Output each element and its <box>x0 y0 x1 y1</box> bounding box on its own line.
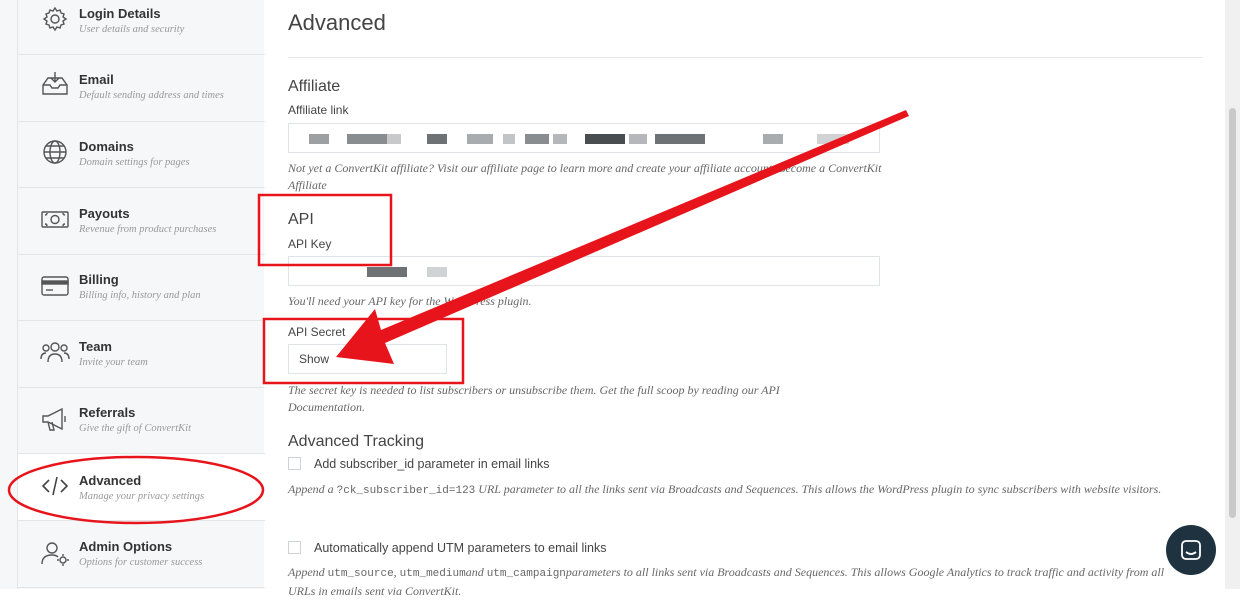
gear-icon <box>40 4 70 34</box>
affiliate-link-label: Affiliate link <box>288 103 349 117</box>
help-text-part: Append <box>288 565 328 579</box>
sidebar-item-title: Login Details <box>79 6 161 21</box>
sidebar-item-desc: Default sending address and times <box>79 90 224 101</box>
api-key-help-text: You'll need your API key for the WordPre… <box>288 294 532 308</box>
settings-nav: Login Details User details and security … <box>17 0 265 589</box>
sidebar-item-desc: Manage your privacy settings <box>79 491 205 502</box>
redacted-text <box>427 267 447 277</box>
sidebar-item-title: Billing <box>79 272 119 287</box>
help-text-part: Append a <box>288 482 337 496</box>
sidebar-item-desc: Give the gift of ConvertKit <box>79 423 191 434</box>
api-secret-help-text: The secret key is needed to list subscri… <box>288 383 780 414</box>
api-key-field[interactable] <box>288 256 880 286</box>
sidebar-item-title: Referrals <box>79 405 136 420</box>
sidebar-item-title: Domains <box>79 139 134 154</box>
page-title: Advanced <box>288 10 386 35</box>
sidebar-item-team[interactable]: Team Invite your team <box>18 321 265 388</box>
sidebar-item-login-details[interactable]: Login Details User details and security <box>18 0 265 55</box>
subscriber-id-checkbox[interactable] <box>288 457 301 470</box>
inbox-icon <box>40 69 70 99</box>
redacted-text <box>427 134 447 144</box>
scrollbar-thumb[interactable] <box>1229 108 1236 518</box>
sidebar-item-title: Advanced <box>79 473 142 488</box>
sidebar-item-email[interactable]: Email Default sending address and times <box>18 55 265 122</box>
sidebar-item-advanced[interactable]: Advanced Manage your privacy settings <box>18 454 265 521</box>
sidebar-item-domains[interactable]: Domains Domain settings for pages <box>18 121 265 188</box>
sidebar-item-title: Email <box>79 72 114 87</box>
sidebar-item-desc: Invite your team <box>79 357 148 368</box>
api-key-label: API Key <box>288 237 332 251</box>
help-code: ?ck_subscriber_id=123 <box>336 485 476 497</box>
sidebar-item-desc: Revenue from product purchases <box>79 224 217 235</box>
chat-support-button[interactable] <box>1166 525 1216 575</box>
api-secret-show-button[interactable]: Show <box>288 344 447 374</box>
redacted-text <box>467 134 493 144</box>
advanced-tracking-heading: Advanced Tracking <box>288 433 425 450</box>
advanced-settings-panel: Advanced Affiliate Affiliate link Not ye… <box>264 0 1240 598</box>
redacted-text <box>553 134 567 144</box>
redacted-text <box>309 134 329 144</box>
sidebar-item-payouts[interactable]: Payouts Revenue from product purchases <box>18 188 265 255</box>
utm-checkbox[interactable] <box>288 541 301 554</box>
title-divider <box>288 57 1202 58</box>
chat-icon <box>1181 540 1201 560</box>
sidebar-item-title: Admin Options <box>79 539 173 554</box>
affiliate-link-field[interactable] <box>288 123 880 153</box>
help-code: utm_source <box>327 568 394 580</box>
sidebar-item-admin-options[interactable]: Admin Options Options for customer succe… <box>18 521 265 588</box>
code-icon <box>40 471 70 501</box>
sidebar-item-referrals[interactable]: Referrals Give the gift of ConvertKit <box>18 387 265 454</box>
sidebar-item-desc: Options for customer success <box>79 557 203 568</box>
utm-help-text: Append utm_source, utm_mediumand utm_cam… <box>288 564 1178 600</box>
sidebar-item-desc: User details and security <box>79 24 185 35</box>
globe-icon <box>40 137 70 167</box>
affiliate-help-text: Not yet a ConvertKit affiliate? Visit ou… <box>288 161 882 192</box>
affiliate-heading: Affiliate <box>288 78 341 95</box>
megaphone-icon <box>40 404 70 434</box>
redacted-text <box>387 134 401 144</box>
utm-checkbox-label[interactable]: Automatically append UTM parameters to e… <box>314 541 606 555</box>
sidebar-item-title: Team <box>79 339 112 354</box>
redacted-text <box>655 134 705 144</box>
help-code: utm_campaign <box>486 568 566 580</box>
api-heading: API <box>288 211 314 228</box>
team-icon <box>40 337 70 367</box>
cash-icon <box>40 204 70 234</box>
api-secret-label: API Secret <box>288 325 346 339</box>
sidebar-item-desc: Domain settings for pages <box>79 157 190 168</box>
redacted-text <box>763 134 783 144</box>
help-code: utm_medium <box>399 568 466 580</box>
sidebar-item-desc: Billing info, history and plan <box>79 290 201 301</box>
help-text-part: URL parameter to all the links sent via … <box>475 482 1162 496</box>
settings-sidebar: Login Details User details and security … <box>0 0 265 589</box>
redacted-text <box>525 134 549 144</box>
redacted-text <box>503 134 515 144</box>
redacted-text <box>367 267 407 277</box>
redacted-text <box>585 134 625 144</box>
sidebar-item-title: Payouts <box>79 206 130 221</box>
admin-user-icon <box>40 538 70 568</box>
subscriber-id-checkbox-label[interactable]: Add subscriber_id parameter in email lin… <box>314 457 550 471</box>
subscriber-id-help-text: Append a ?ck_subscriber_id=123 URL param… <box>288 481 1178 500</box>
redacted-text <box>629 134 647 144</box>
credit-card-icon <box>40 271 70 301</box>
help-text-part: and <box>465 565 487 579</box>
redacted-text <box>817 134 849 144</box>
sidebar-item-billing[interactable]: Billing Billing info, history and plan <box>18 254 265 321</box>
redacted-text <box>347 134 387 144</box>
